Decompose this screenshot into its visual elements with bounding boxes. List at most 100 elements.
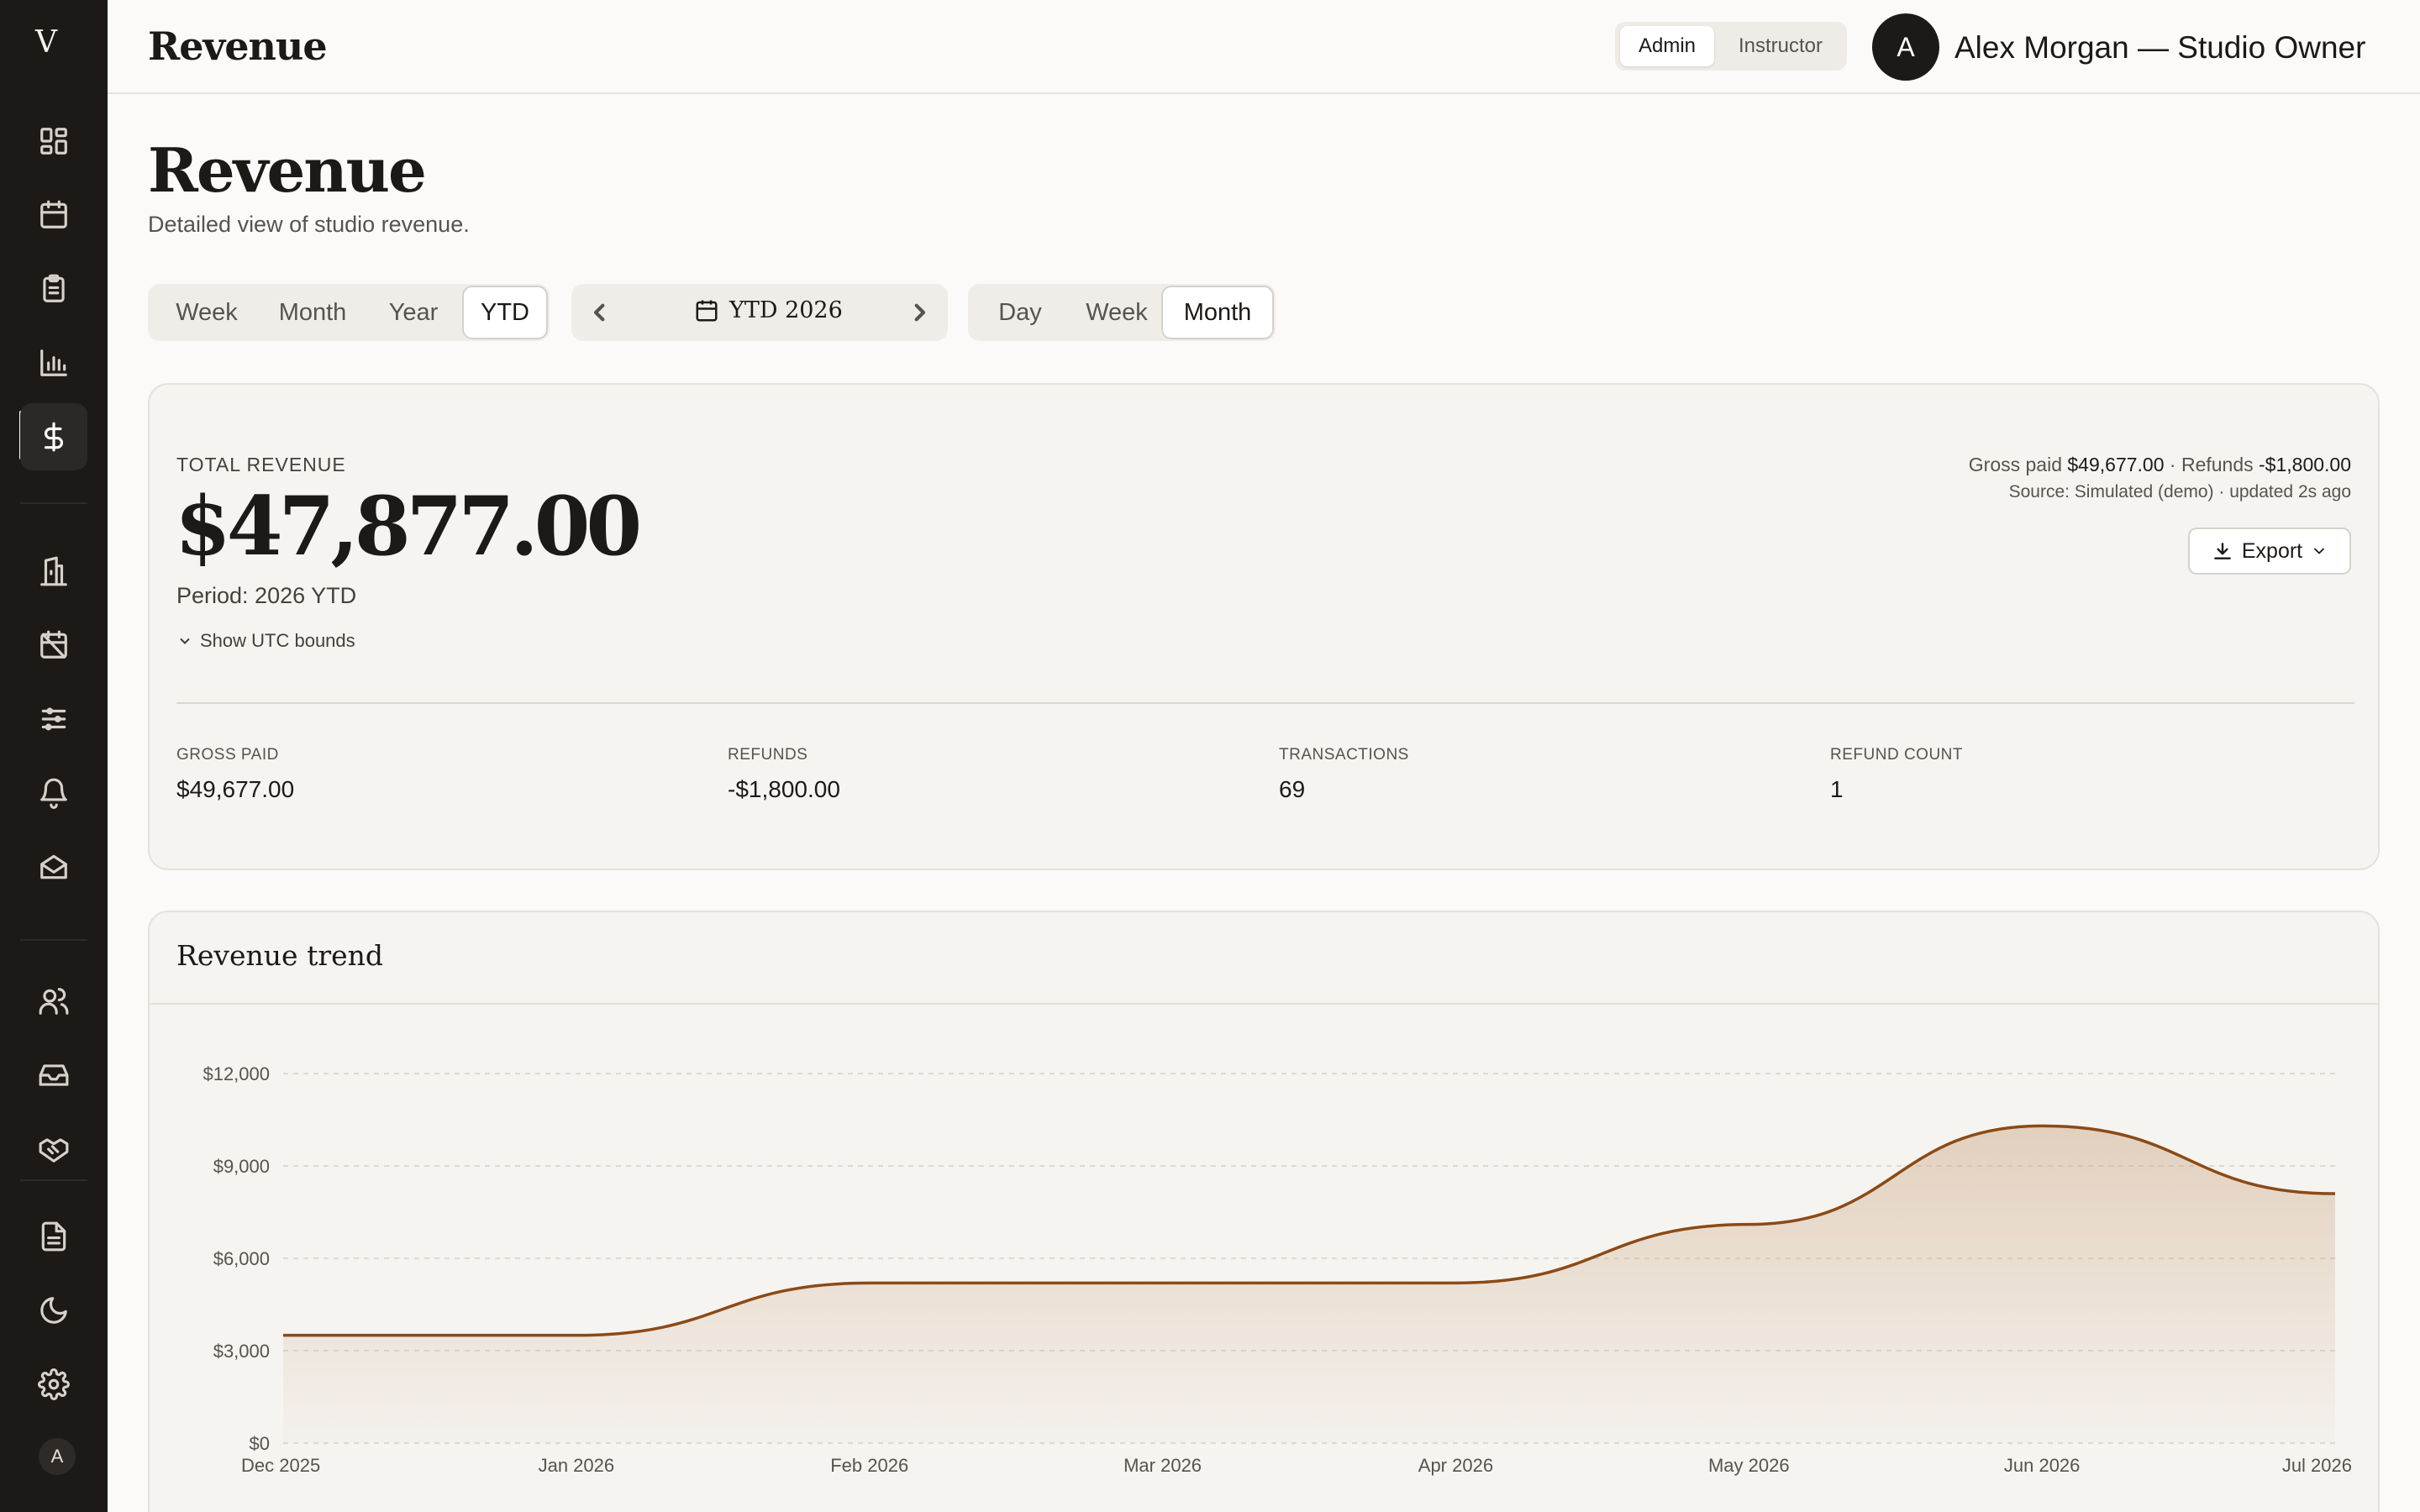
sliders-icon[interactable] bbox=[20, 685, 87, 753]
stat-gross-paid: GROSS PAID $49,677.00 bbox=[176, 746, 294, 803]
y-tick-label: $0 bbox=[250, 1433, 270, 1454]
data-point bbox=[278, 1331, 288, 1341]
date-range-text: YTD 2026 bbox=[729, 297, 843, 323]
y-tick-label: $3,000 bbox=[213, 1341, 270, 1362]
stat-value: 1 bbox=[1830, 776, 1844, 802]
x-tick-label: May 2026 bbox=[1708, 1455, 1790, 1476]
stat-value: -$1,800.00 bbox=[728, 776, 840, 802]
y-tick-label: $6,000 bbox=[213, 1248, 270, 1269]
data-point bbox=[1450, 1278, 1460, 1288]
top-bar-title: Revenue bbox=[148, 24, 328, 69]
page-subtitle: Detailed view of studio revenue. bbox=[148, 212, 470, 237]
total-revenue-label: TOTAL REVENUE bbox=[176, 454, 346, 475]
top-bar: Revenue Admin Instructor A Alex Morgan —… bbox=[108, 0, 2420, 94]
stat-transactions: TRANSACTIONS 69 bbox=[1279, 746, 1409, 803]
stat-refunds: REFUNDS -$1,800.00 bbox=[728, 746, 840, 803]
stat-label: GROSS PAID bbox=[176, 746, 279, 764]
nav-divider bbox=[20, 502, 87, 504]
granularity-month[interactable]: Month bbox=[1161, 286, 1274, 339]
card-divider bbox=[176, 702, 2354, 704]
data-point bbox=[2037, 1121, 2047, 1131]
chevron-right-icon[interactable] bbox=[902, 296, 936, 329]
revenue-trend-chart: $0 $3,000 $6,000 $9,000 $12,000 Dec 2025 Jan 2… bbox=[203, 1063, 2352, 1476]
nav-divider bbox=[20, 1179, 87, 1181]
date-range-label[interactable]: YTD 2026 bbox=[694, 297, 843, 323]
total-revenue-value: $47,877.00 bbox=[175, 479, 642, 574]
x-tick-label: Mar 2026 bbox=[1123, 1455, 1202, 1476]
building-icon[interactable] bbox=[20, 538, 87, 605]
refunds-amount: -$1,800.00 bbox=[2259, 454, 2351, 475]
bell-icon[interactable] bbox=[20, 759, 87, 827]
date-navigator: YTD 2026 bbox=[571, 284, 948, 341]
users-icon[interactable] bbox=[20, 968, 87, 1035]
handshake-icon[interactable] bbox=[20, 1116, 87, 1183]
data-point bbox=[1158, 1278, 1168, 1288]
tab-year[interactable]: Year bbox=[366, 284, 460, 341]
data-point bbox=[865, 1278, 875, 1288]
y-tick-label: $12,000 bbox=[203, 1063, 270, 1084]
chevron-left-icon[interactable] bbox=[583, 296, 617, 329]
chevron-down-icon bbox=[180, 638, 190, 644]
data-point bbox=[2330, 1189, 2340, 1199]
sidebar-avatar[interactable]: A bbox=[39, 1438, 76, 1475]
y-tick-label: $9,000 bbox=[213, 1156, 270, 1177]
app-logo[interactable]: V bbox=[0, 25, 92, 60]
download-icon bbox=[2214, 543, 2231, 559]
sidebar: V A bbox=[0, 0, 108, 1512]
x-tick-label: Apr 2026 bbox=[1418, 1455, 1493, 1476]
revenue-area bbox=[283, 1126, 2335, 1443]
source-status: Source: Simulated (demo) · updated 2s ag… bbox=[2008, 482, 2351, 501]
stat-label: TRANSACTIONS bbox=[1279, 746, 1409, 764]
granularity-day[interactable]: Day bbox=[975, 284, 1065, 341]
tab-month[interactable]: Month bbox=[259, 284, 366, 341]
data-point bbox=[571, 1331, 581, 1341]
moon-icon[interactable] bbox=[20, 1277, 87, 1344]
stat-label: REFUND COUNT bbox=[1830, 746, 1963, 764]
gross-paid-prefix: Gross paid bbox=[1968, 454, 2062, 475]
stat-value: 69 bbox=[1279, 776, 1306, 802]
refunds-prefix: · Refunds bbox=[2169, 454, 2254, 475]
file-text-icon[interactable] bbox=[20, 1203, 87, 1270]
nav-divider bbox=[20, 939, 87, 941]
settings-icon[interactable] bbox=[20, 1351, 87, 1418]
period-label: Period: 2026 YTD bbox=[176, 583, 357, 608]
export-label: Export bbox=[2241, 538, 2303, 563]
x-tick-label: Feb 2026 bbox=[830, 1455, 908, 1476]
clipboard-icon[interactable] bbox=[20, 255, 87, 323]
role-switch: Admin Instructor bbox=[1615, 22, 1847, 71]
stat-refund-count: REFUND COUNT 1 bbox=[1830, 746, 1963, 803]
user-name[interactable]: Alex Morgan — Studio Owner bbox=[1954, 30, 2365, 66]
range-tabs: Week Month Year YTD bbox=[148, 284, 550, 341]
page-title: Revenue bbox=[148, 134, 427, 206]
gross-paid-amount: $49,677.00 bbox=[2067, 454, 2165, 475]
tab-ytd[interactable]: YTD bbox=[462, 286, 548, 339]
mail-open-icon[interactable] bbox=[20, 833, 87, 900]
chevron-down-icon bbox=[2314, 548, 2325, 554]
revenue-summary-card: TOTAL REVENUE $47,877.00 Period: 2026 YT… bbox=[148, 383, 2380, 870]
role-admin-button[interactable]: Admin bbox=[1620, 26, 1714, 66]
calendar-icon[interactable] bbox=[20, 181, 87, 249]
inbox-icon[interactable] bbox=[20, 1042, 87, 1109]
x-tick-label: Dec 2025 bbox=[241, 1455, 320, 1476]
data-point bbox=[1744, 1220, 1754, 1230]
stat-value: $49,677.00 bbox=[176, 776, 295, 802]
role-instructor-button[interactable]: Instructor bbox=[1719, 26, 1842, 66]
dollar-icon[interactable] bbox=[20, 403, 87, 470]
x-tick-label: Jul 2026 bbox=[2282, 1455, 2352, 1476]
bar-chart-icon[interactable] bbox=[20, 329, 87, 396]
calendar-off-icon[interactable] bbox=[20, 612, 87, 679]
utc-bounds-toggle[interactable]: Show UTC bounds bbox=[176, 630, 355, 652]
tab-week[interactable]: Week bbox=[155, 284, 259, 341]
gross-refunds-summary: Gross paid $49,677.00 · Refunds -$1,800.… bbox=[1969, 454, 2351, 476]
granularity-week[interactable]: Week bbox=[1065, 284, 1168, 341]
x-tick-label: Jun 2026 bbox=[2004, 1455, 2081, 1476]
calendar-icon bbox=[696, 300, 718, 321]
stat-label: REFUNDS bbox=[728, 746, 808, 764]
dashboard-icon[interactable] bbox=[20, 108, 87, 175]
revenue-trend-card: Revenue trend $0 $3,000 $6,000 $9,000 $12,00… bbox=[148, 911, 2380, 1512]
user-avatar[interactable]: A bbox=[1872, 13, 1939, 81]
utc-bounds-label: Show UTC bounds bbox=[200, 630, 355, 651]
x-tick-label: Jan 2026 bbox=[539, 1455, 615, 1476]
export-button[interactable]: Export bbox=[2188, 528, 2351, 575]
granularity-tabs: Day Week Month bbox=[968, 284, 1276, 341]
